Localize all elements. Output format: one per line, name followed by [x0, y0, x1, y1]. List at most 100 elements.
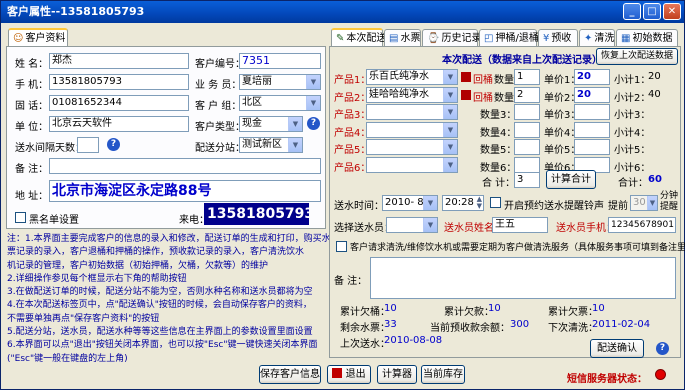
calc-total-button[interactable]: 计算合计: [546, 170, 596, 189]
prepaid-value: 300: [510, 319, 530, 330]
dropdown-arrow-icon: ▼: [288, 138, 302, 152]
dropdown-arrow-icon: ▼: [443, 70, 457, 84]
note-line: ("Esc"键一般在键盘的左上角): [7, 353, 128, 364]
product-label: 产品3：: [334, 110, 371, 121]
salesman-value: 夏培丽: [242, 76, 272, 87]
product-select[interactable]: ▼: [366, 104, 458, 120]
phone-field[interactable]: 13581805793: [49, 74, 189, 90]
advance-minutes-select[interactable]: 30 ▼: [630, 195, 658, 211]
tab-cleaning[interactable]: ✦ 清洗: [579, 29, 615, 47]
deliveryman-name-field[interactable]: 王五: [492, 217, 548, 233]
product-select[interactable]: ▼: [366, 121, 458, 138]
last-delivery-value: 2010-08-08: [384, 335, 443, 346]
cleaning-checkbox[interactable]: [336, 241, 347, 252]
reminder-checkbox[interactable]: [490, 197, 501, 208]
company-field[interactable]: 北京云天软件: [49, 116, 189, 132]
qty-field[interactable]: 2: [514, 86, 540, 103]
tab-prepaid[interactable]: ¥ 预收: [538, 29, 578, 47]
owed-buckets-value: 10: [384, 303, 397, 314]
send-date-picker[interactable]: 2010- 8- 8 ▼: [382, 195, 438, 211]
save-customer-button[interactable]: 保存客户信息: [259, 365, 321, 384]
bucket-icon: ◰: [484, 32, 494, 44]
help-icon[interactable]: ?: [656, 342, 669, 355]
remark-field[interactable]: [49, 158, 321, 174]
owed-tickets-label: 累计欠票：: [548, 307, 598, 318]
qty-label: 数量4：: [480, 127, 517, 139]
note-line: 2.详细操作参见每个框显示右下角的帮助按钮: [7, 273, 187, 284]
current-stock-button[interactable]: 当前库存: [421, 365, 465, 384]
qty-field[interactable]: [514, 156, 540, 173]
price-field[interactable]: [574, 104, 610, 120]
dropdown-arrow-icon: ▼: [423, 218, 437, 232]
product-value: 乐百氏纯净水: [369, 71, 429, 82]
tab-customer-info[interactable]: ☺ 客户资料: [8, 28, 68, 47]
interval-label: 送水间隔天数：: [15, 143, 85, 154]
station-select[interactable]: 测试新区 ▼: [239, 137, 303, 153]
deliveryman-phone-field[interactable]: 12345678901: [608, 217, 676, 233]
total-qty-field[interactable]: 3: [514, 172, 540, 188]
price-field[interactable]: 20: [574, 69, 610, 85]
product-select[interactable]: ▼: [366, 156, 458, 173]
salesman-label: 业 务 员：: [195, 80, 242, 91]
price-field[interactable]: [574, 139, 610, 155]
delivery-remark-field[interactable]: [370, 257, 676, 299]
product-select[interactable]: 乐百氏纯净水 ▼: [366, 69, 458, 85]
address-field[interactable]: 北京市海淀区永定路88号: [49, 180, 321, 202]
exit-icon: [332, 368, 343, 378]
product-select[interactable]: 娃哈哈纯净水 ▼: [366, 86, 458, 103]
dropdown-arrow-icon: ▼: [306, 96, 320, 110]
qty-field[interactable]: [514, 121, 540, 138]
qty-field[interactable]: 1: [514, 69, 540, 85]
qty-label: 数量6：: [480, 162, 517, 174]
blacklist-checkbox[interactable]: [15, 212, 26, 223]
subtotal-label: 小计3：: [614, 110, 651, 121]
qty-field[interactable]: [514, 104, 540, 120]
customer-type-select[interactable]: 现金 ▼: [239, 116, 303, 132]
minimize-button[interactable]: _: [623, 3, 641, 20]
remaining-tickets-label: 剩余水票：: [340, 323, 390, 334]
customer-id-field[interactable]: 7351: [239, 53, 321, 69]
subtotal-label: 小计1：: [614, 75, 651, 86]
product-select[interactable]: ▼: [366, 139, 458, 155]
send-time-field[interactable]: 20:28 ▲ ▼: [442, 195, 484, 211]
tab-current-delivery[interactable]: ✎ 本次配送: [331, 28, 386, 47]
confirm-delivery-button[interactable]: 配送确认: [590, 339, 644, 358]
money-icon: ¥: [543, 32, 550, 44]
deliveryman-select[interactable]: ▼: [386, 217, 438, 233]
price-field[interactable]: 20: [574, 86, 610, 103]
customer-info-panel: 姓 名： 郑杰 客户编号： 7351 手 机： 13581805793 业 务 …: [6, 46, 326, 229]
owed-money-value: 10: [488, 303, 501, 314]
advance-label: 提前: [608, 201, 628, 212]
cleaning-label: 客户请求清洗/维修饮水机或需要定期为客户做清洗服务（具体服务事项可填到备注里面）: [350, 243, 685, 253]
help-icon[interactable]: ?: [307, 117, 320, 130]
user-icon: ☺: [13, 32, 24, 44]
stop-icon: [461, 89, 471, 100]
product-label: 产品1：: [334, 75, 371, 86]
tab-initial-data[interactable]: ▦ 初始数据: [616, 29, 678, 47]
interval-field[interactable]: [77, 137, 99, 153]
note-line: 票记录的录入，客户退桶和押桶的操作，预收款记录的录入，客户清洗饮水: [7, 247, 305, 258]
name-field[interactable]: 郑杰: [49, 53, 189, 69]
select-deliveryman-label: 选择送水员：: [334, 223, 394, 234]
owed-tickets-value: 10: [592, 303, 605, 314]
qty-field[interactable]: [514, 139, 540, 155]
calculator-button[interactable]: 计算器: [377, 365, 417, 384]
status-indicator-icon: [655, 369, 666, 380]
tab-history[interactable]: ⌚ 历史记录: [422, 29, 482, 47]
maximize-button[interactable]: □: [643, 3, 661, 20]
customer-properties-window: 客户属性--13581805793 _ □ ✕ ☺ 客户资料 姓 名： 郑杰 客…: [0, 0, 685, 390]
tab-history-label: 历史记录: [441, 32, 482, 44]
group-value: 北区: [242, 97, 262, 108]
landline-field[interactable]: 01081652344: [49, 95, 189, 111]
subtotal-label: 小计2：: [614, 92, 651, 104]
close-button[interactable]: ✕: [663, 3, 681, 20]
tab-bucket-deposit[interactable]: ◰ 押桶/退桶: [479, 29, 539, 47]
exit-button[interactable]: 退出: [327, 365, 371, 384]
restore-last-delivery-button[interactable]: 恢复上次配送数据: [596, 48, 678, 65]
group-select[interactable]: 北区 ▼: [239, 95, 321, 111]
price-field[interactable]: [574, 121, 610, 138]
salesman-select[interactable]: 夏培丽 ▼: [239, 74, 321, 90]
help-icon[interactable]: ?: [107, 138, 120, 151]
tab-water-tickets[interactable]: ▤ 水票: [384, 29, 421, 47]
product-label: 产品2：: [334, 92, 371, 104]
